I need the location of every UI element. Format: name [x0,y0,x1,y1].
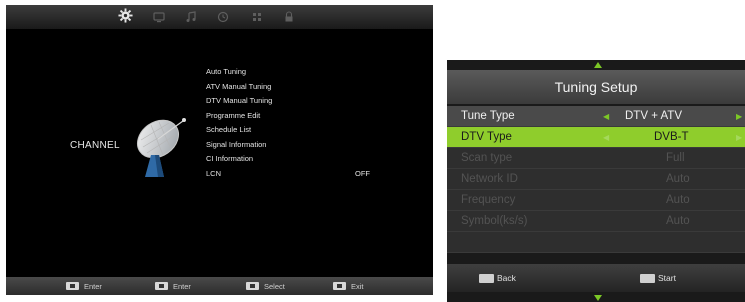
menu-item-label: DTV Manual Tuning [206,96,273,105]
ok-key-icon [66,282,79,290]
menu-item-signal-information[interactable]: Signal Information [206,138,426,153]
option-label: Tune Type [461,110,515,122]
arrow-left-icon[interactable]: ◀ [603,106,609,127]
lock-icon[interactable] [282,10,296,24]
option-dtv-type[interactable]: DTV Type ◀ DVB-T ▶ [447,127,745,148]
menu-item-label: Auto Tuning [206,67,247,76]
back-label: Back [497,273,516,283]
music-note-icon[interactable] [184,10,198,24]
menu-key-icon [155,282,168,290]
gear-icon[interactable] [118,8,133,23]
menu-item-lcn[interactable]: LCN OFF [206,167,426,182]
hint-select: Select [246,280,285,292]
option-value: DVB-T [654,131,689,143]
grid-icon[interactable] [250,10,264,24]
arrow-right-icon[interactable]: ▶ [736,127,742,148]
exit-key-icon [333,282,346,290]
tuning-setup-dialog: Tuning Setup Tune Type ◀ DTV + ATV ▶ DTV… [447,60,745,302]
menu-item-auto-tuning[interactable]: Auto Tuning [206,65,426,80]
menu-item-label: Schedule List [206,125,252,134]
lcn-value: OFF [355,168,370,178]
menu-item-label: Programme Edit [206,110,261,120]
ok-key-icon [640,273,655,283]
hint-label: Enter [84,281,102,291]
channel-menu-screen: CHANNEL Auto Tuning ATV Manual Tuning DT… [6,5,433,295]
option-value: Auto [666,194,690,206]
option-label: Scan type [461,152,513,164]
satellite-dish-icon [137,118,186,177]
tuning-options-list: Tune Type ◀ DTV + ATV ▶ DTV Type ◀ DVB-T… [447,106,745,253]
hint-label: Enter [173,281,191,291]
hint-label: Exit [351,281,364,291]
option-value: Auto [666,173,690,185]
start-hint[interactable]: Start [640,273,676,283]
scroll-down-icon[interactable] [594,295,602,301]
menu-item-label: Signal Information [206,139,267,149]
dialog-footer: Back Start [447,264,745,292]
option-scan-type[interactable]: Scan type Full [447,148,745,169]
back-hint[interactable]: Back [479,273,516,283]
menu-item-label: CI Information [206,154,254,163]
empty-row [447,232,745,253]
menu-key-icon [479,273,494,283]
scroll-up-icon[interactable] [594,62,602,68]
arrow-left-icon[interactable]: ◀ [603,127,609,148]
option-network-id[interactable]: Network ID Auto [447,169,745,190]
menu-item-label: LCN [206,168,222,178]
option-tune-type[interactable]: Tune Type ◀ DTV + ATV ▶ [447,106,745,127]
option-label: Symbol(ks/s) [461,215,528,227]
menu-category-bar [6,5,433,29]
menu-item-atv-manual-tuning[interactable]: ATV Manual Tuning [206,80,426,95]
monitor-icon[interactable] [152,10,166,24]
option-value: Full [666,152,685,164]
menu-item-ci-information[interactable]: CI Information [206,152,426,167]
hint-label: Select [264,281,285,291]
option-label: Frequency [461,194,516,206]
menu-item-dtv-manual-tuning[interactable]: DTV Manual Tuning [206,94,426,109]
hint-exit: Exit [333,280,364,292]
start-label: Start [658,273,676,283]
hint-enter-menu: Enter [155,280,191,292]
arrow-right-icon[interactable]: ▶ [736,106,742,127]
option-symbol-rate[interactable]: Symbol(ks/s) Auto [447,211,745,232]
dialog-title: Tuning Setup [447,70,745,104]
clock-icon[interactable] [216,10,230,24]
option-value: Auto [666,215,690,227]
menu-item-schedule-list[interactable]: Schedule List [206,123,426,138]
option-label: DTV Type [461,131,512,143]
menu-item-label: ATV Manual Tuning [206,81,272,91]
section-label: CHANNEL [70,140,120,151]
arrow-key-icon [246,282,259,290]
menu-item-programme-edit[interactable]: Programme Edit [206,109,426,124]
option-label: Network ID [461,173,518,185]
hint-bar: Enter Enter Select Exit [6,277,433,295]
option-value: DTV + ATV [625,110,682,122]
channel-menu-list: Auto Tuning ATV Manual Tuning DTV Manual… [206,65,426,181]
hint-enter-ok: Enter [66,280,102,292]
option-frequency[interactable]: Frequency Auto [447,190,745,211]
